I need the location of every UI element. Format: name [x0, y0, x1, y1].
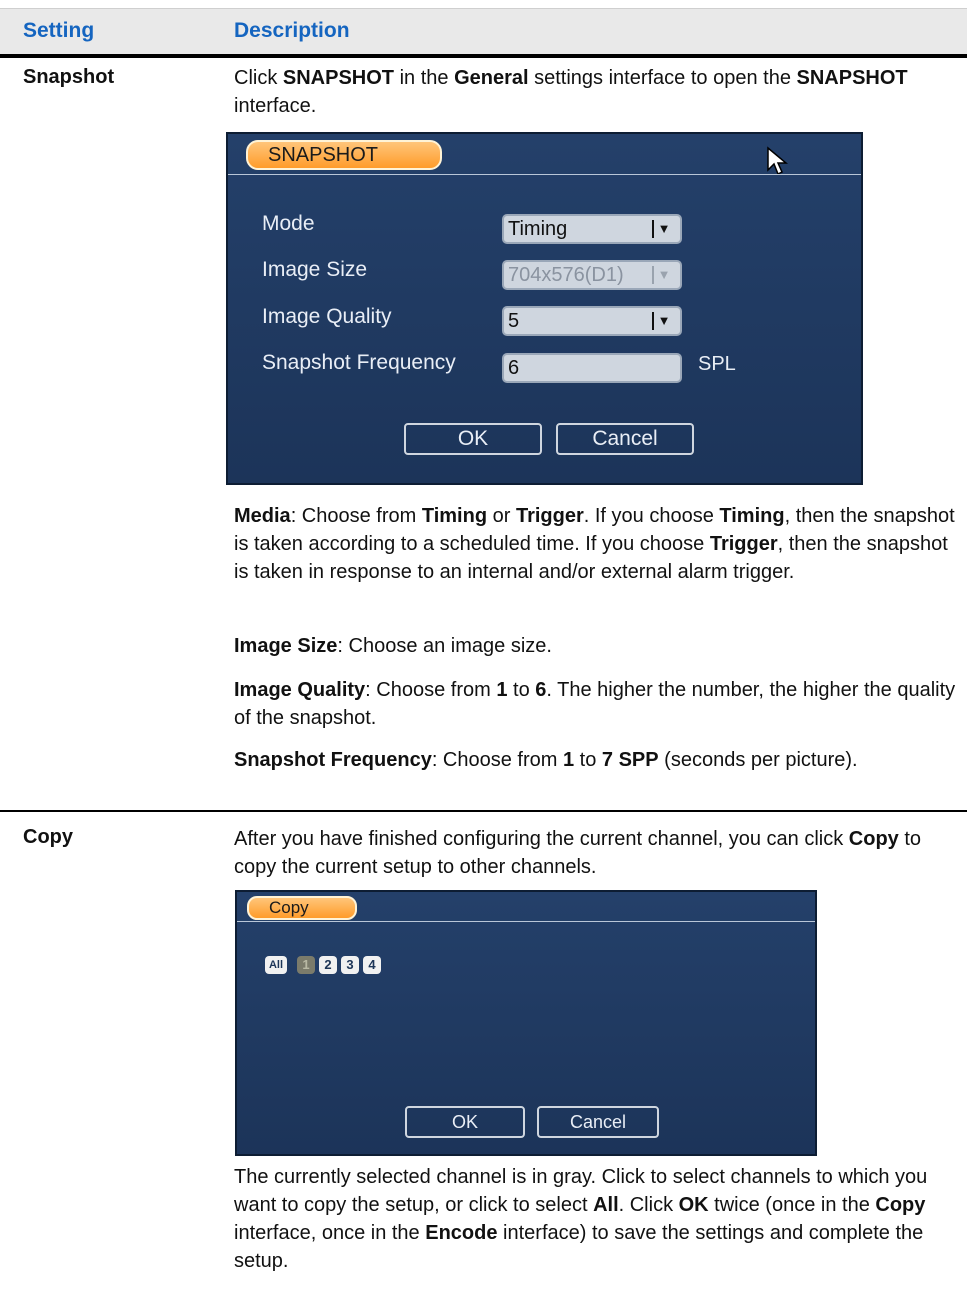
mode-label: Mode: [262, 212, 315, 235]
title-separator: [228, 174, 861, 175]
copy-intro: After you have finished configuring the …: [234, 828, 922, 878]
title-separator: [237, 921, 815, 922]
header-setting: Setting: [23, 19, 95, 42]
chevron-down-icon: ▼: [652, 266, 674, 284]
copy-outro: The currently selected channel is in gra…: [234, 1166, 928, 1272]
image-size-select: 704x576(D1) ▼: [502, 260, 682, 290]
channel-all-checkbox[interactable]: All: [265, 956, 287, 974]
chevron-down-icon: ▼: [652, 312, 674, 330]
copy-cancel-button[interactable]: Cancel: [537, 1106, 659, 1138]
cancel-button[interactable]: Cancel: [556, 423, 694, 455]
copy-dialog-title: Copy: [247, 896, 357, 920]
setting-copy-label: Copy: [23, 826, 73, 848]
setting-snapshot-label: Snapshot: [23, 66, 115, 88]
image-size-description: Image Size: Choose an image size.: [234, 635, 552, 657]
chevron-down-icon: ▼: [652, 220, 674, 238]
snapshot-frequency-description: Snapshot Frequency: Choose from 1 to 7 S…: [234, 749, 858, 771]
image-quality-description: Image Quality: Choose from 1 to 6. The h…: [234, 679, 956, 729]
image-quality-label: Image Quality: [262, 305, 392, 328]
ok-button[interactable]: OK: [404, 423, 542, 455]
snapshot-frequency-input[interactable]: 6: [502, 353, 682, 383]
row-divider: [0, 810, 967, 812]
frequency-unit: SPL: [698, 353, 736, 375]
header-description: Description: [234, 19, 350, 42]
channel-1-checkbox[interactable]: 1: [297, 956, 315, 974]
snapshot-intro: Click SNAPSHOT in the General settings i…: [234, 67, 908, 117]
channel-2-checkbox[interactable]: 2: [319, 956, 337, 974]
channel-4-checkbox[interactable]: 4: [363, 956, 381, 974]
copy-dialog: Copy All 1 2 3 4 OK Cancel: [235, 890, 817, 1156]
table-header: Setting Description: [0, 8, 967, 55]
snapshot-dialog-title: SNAPSHOT: [246, 140, 442, 170]
copy-ok-button[interactable]: OK: [405, 1106, 525, 1138]
image-size-label: Image Size: [262, 258, 368, 281]
header-rule: [0, 54, 967, 58]
image-quality-select[interactable]: 5 ▼: [502, 306, 682, 336]
mode-select[interactable]: Timing ▼: [502, 214, 682, 244]
snapshot-dialog: SNAPSHOT Mode Timing ▼ Image Size 704x57…: [226, 132, 863, 485]
snapshot-frequency-label: Snapshot Frequency: [262, 351, 456, 374]
mouse-cursor-icon: [767, 146, 788, 176]
channel-3-checkbox[interactable]: 3: [341, 956, 359, 974]
media-description: Media: Choose from Timing or Trigger. If…: [234, 505, 955, 583]
